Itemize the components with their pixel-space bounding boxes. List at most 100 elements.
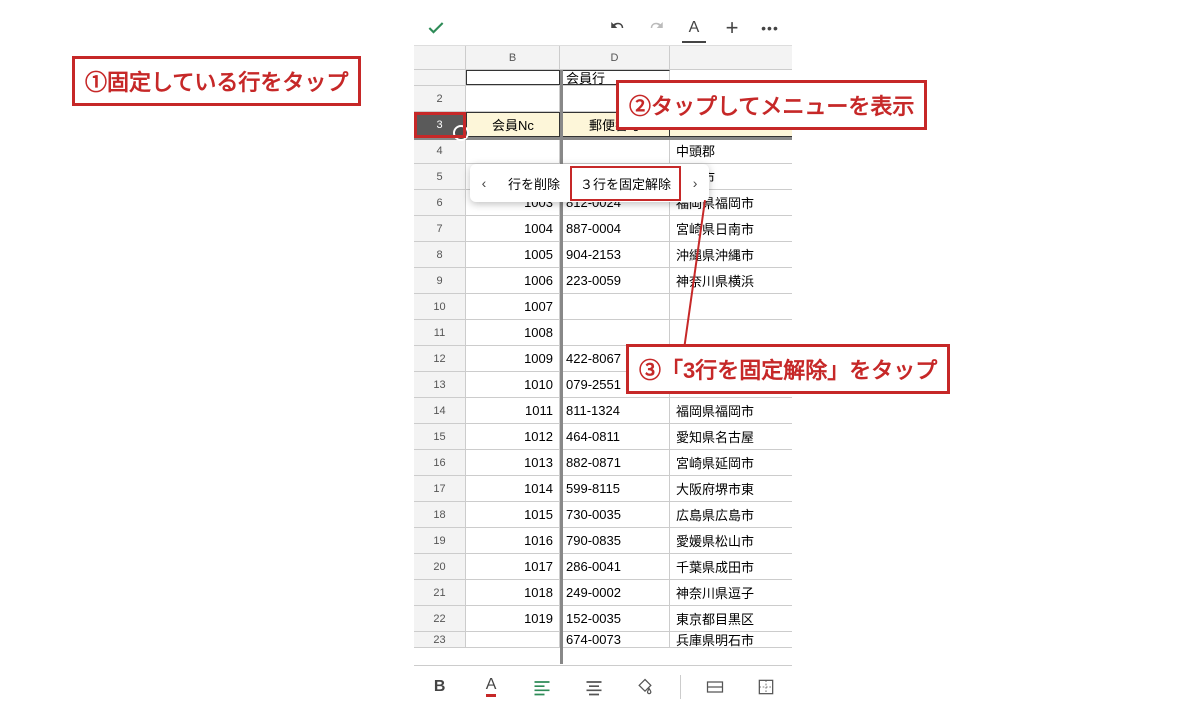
menu-next-button[interactable]: › (681, 175, 709, 191)
table-row: 81005904-2153沖縄県沖縄市 (414, 242, 792, 268)
cell[interactable]: 沖縄県沖縄市 (670, 242, 792, 267)
cell[interactable]: 464-0811 (560, 424, 670, 449)
menu-item-delete-row[interactable]: 行を削除 (498, 174, 570, 193)
column-header-E[interactable] (670, 46, 792, 69)
cell[interactable]: 宮崎県日南市 (670, 216, 792, 241)
row-header[interactable]: 12 (414, 346, 466, 371)
borders-button[interactable] (749, 673, 783, 701)
row-header[interactable]: 16 (414, 450, 466, 475)
row-header[interactable]: 9 (414, 268, 466, 293)
menu-prev-button[interactable]: ‹ (470, 175, 498, 191)
cell[interactable]: 1019 (466, 606, 560, 631)
cell[interactable]: 223-0059 (560, 268, 670, 293)
row-header[interactable]: 11 (414, 320, 466, 345)
cell[interactable]: 730-0035 (560, 502, 670, 527)
cell[interactable]: 790-0835 (560, 528, 670, 553)
row-header-selected[interactable]: 3 (414, 112, 466, 137)
row-header[interactable]: 18 (414, 502, 466, 527)
cell[interactable]: 1013 (466, 450, 560, 475)
row-header[interactable]: 2 (414, 86, 466, 111)
row-header[interactable]: 5 (414, 164, 466, 189)
cell[interactable]: 674-0073 (560, 632, 670, 647)
cell[interactable]: 1018 (466, 580, 560, 605)
fill-color-button[interactable] (628, 673, 662, 701)
cell[interactable]: 1006 (466, 268, 560, 293)
cell[interactable]: 1009 (466, 346, 560, 371)
row-header[interactable]: 19 (414, 528, 466, 553)
cell[interactable] (560, 138, 670, 163)
cell[interactable]: 兵庫県明石市 (670, 632, 792, 647)
cell[interactable]: 811-1324 (560, 398, 670, 423)
row-header[interactable]: 14 (414, 398, 466, 423)
select-all-corner[interactable] (414, 46, 466, 69)
cell[interactable]: 1016 (466, 528, 560, 553)
confirm-button[interactable] (424, 16, 448, 40)
insert-button[interactable]: + (720, 16, 744, 40)
cell[interactable] (560, 320, 670, 345)
cell[interactable]: 152-0035 (560, 606, 670, 631)
row-header[interactable]: 10 (414, 294, 466, 319)
cell[interactable]: 千葉県成田市 (670, 554, 792, 579)
more-button[interactable]: ••• (758, 16, 782, 40)
cell[interactable]: 宮崎県延岡市 (670, 450, 792, 475)
cell[interactable]: 中頭郡 (670, 138, 792, 163)
row-header[interactable]: 7 (414, 216, 466, 241)
cell[interactable]: 1014 (466, 476, 560, 501)
cell[interactable] (466, 70, 560, 85)
align-center-button[interactable] (577, 673, 611, 701)
row-header[interactable]: 6 (414, 190, 466, 215)
cell-header-B[interactable]: 会員Nc (466, 112, 560, 137)
cell[interactable]: 愛媛県松山市 (670, 528, 792, 553)
context-menu: ‹ 行を削除 ３行を固定解除 › (470, 164, 709, 202)
menu-item-unfreeze-3-rows[interactable]: ３行を固定解除 (570, 166, 681, 201)
row-header[interactable]: 15 (414, 424, 466, 449)
cell[interactable]: 1011 (466, 398, 560, 423)
cell[interactable]: 286-0041 (560, 554, 670, 579)
row-header[interactable]: 13 (414, 372, 466, 397)
merge-cells-button[interactable] (698, 673, 732, 701)
column-header-D[interactable]: D (560, 46, 670, 69)
table-row: 141011811-1324福岡県福岡市 (414, 398, 792, 424)
cell[interactable]: 福岡県福岡市 (670, 398, 792, 423)
cell[interactable]: 1004 (466, 216, 560, 241)
cell[interactable]: 1010 (466, 372, 560, 397)
bold-button[interactable]: B (423, 673, 457, 701)
cell[interactable]: 1015 (466, 502, 560, 527)
cell[interactable]: 東京都目黒区 (670, 606, 792, 631)
align-left-button[interactable] (525, 673, 559, 701)
row-header[interactable]: 22 (414, 606, 466, 631)
cell[interactable]: 愛知県名古屋 (670, 424, 792, 449)
table-row: 221019152-0035東京都目黒区 (414, 606, 792, 632)
font-format-button[interactable]: A (682, 16, 706, 40)
row-header[interactable]: 8 (414, 242, 466, 267)
cell[interactable]: 1017 (466, 554, 560, 579)
cell[interactable]: 神奈川県逗子 (670, 580, 792, 605)
cell[interactable] (466, 632, 560, 647)
cell[interactable]: 904-2153 (560, 242, 670, 267)
row-header[interactable]: 20 (414, 554, 466, 579)
row-header[interactable]: 21 (414, 580, 466, 605)
cell[interactable]: 249-0002 (560, 580, 670, 605)
cell[interactable]: 大阪府堺市東 (670, 476, 792, 501)
cell[interactable]: 1012 (466, 424, 560, 449)
cell[interactable] (466, 86, 560, 111)
cell[interactable]: 882-0871 (560, 450, 670, 475)
cell[interactable] (466, 138, 560, 163)
cell[interactable]: 599-8115 (560, 476, 670, 501)
row-header[interactable] (414, 70, 466, 85)
redo-button[interactable] (644, 16, 668, 40)
column-header-B[interactable]: B (466, 46, 560, 69)
row-header[interactable]: 17 (414, 476, 466, 501)
row-header[interactable]: 4 (414, 138, 466, 163)
undo-button[interactable] (606, 16, 630, 40)
cell[interactable]: 1007 (466, 294, 560, 319)
text-color-button[interactable]: A (474, 673, 508, 701)
cell[interactable]: 1005 (466, 242, 560, 267)
cell[interactable]: 1008 (466, 320, 560, 345)
cell[interactable]: 広島県広島市 (670, 502, 792, 527)
row-header[interactable]: 23 (414, 632, 466, 647)
annotation-3: ③「3行を固定解除」をタップ (626, 344, 950, 394)
cell[interactable]: 神奈川県横浜 (670, 268, 792, 293)
cell[interactable] (560, 294, 670, 319)
cell[interactable]: 887-0004 (560, 216, 670, 241)
